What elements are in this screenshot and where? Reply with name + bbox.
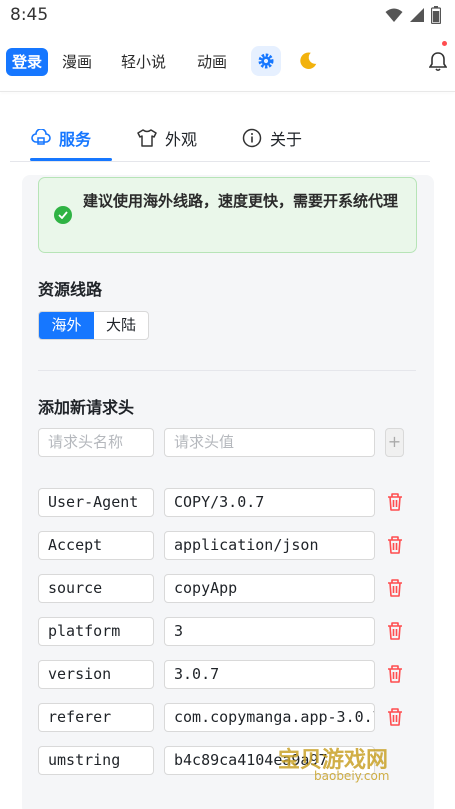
nav-novel[interactable]: 轻小说 xyxy=(121,48,166,76)
nav-anime[interactable]: 动画 xyxy=(197,48,227,76)
tab-about-label: 关于 xyxy=(270,130,303,149)
battery-icon xyxy=(431,6,441,24)
header-value-field[interactable]: com.copymanga.app-3.0.7 xyxy=(164,703,375,732)
nav-manga[interactable]: 漫画 xyxy=(62,48,92,76)
tab-service[interactable]: 服务 xyxy=(31,126,91,150)
cloud-service-icon xyxy=(31,129,51,145)
tab-about[interactable]: 关于 xyxy=(242,126,302,150)
add-header-button[interactable]: + xyxy=(385,428,404,457)
headers-title: 添加新请求头 xyxy=(38,398,135,417)
gear-icon xyxy=(258,53,274,69)
route-selector[interactable]: 海外 大陆 xyxy=(38,311,149,340)
bell-icon[interactable] xyxy=(429,51,447,72)
watermark-url: baobeiy.com xyxy=(314,769,390,783)
trash-icon[interactable] xyxy=(386,492,404,512)
settings-tabs: 服务 外观 关于 xyxy=(10,110,430,162)
wifi-icon xyxy=(385,8,403,22)
top-nav: 登录 漫画 轻小说 动画 xyxy=(0,36,455,90)
header-name-input[interactable]: 请求头名称 xyxy=(38,428,154,457)
tab-appearance-label: 外观 xyxy=(165,130,198,149)
login-button[interactable]: 登录 xyxy=(6,48,48,76)
proxy-alert: 建议使用海外线路，速度更快，需要开系统代理 xyxy=(38,177,417,253)
header-value-field[interactable]: application/json xyxy=(164,531,375,560)
route-title: 资源线路 xyxy=(38,280,103,299)
header-key-field[interactable]: version xyxy=(38,660,154,689)
trash-icon[interactable] xyxy=(386,578,404,598)
header-value-field[interactable]: copyApp xyxy=(164,574,375,603)
trash-icon[interactable] xyxy=(386,621,404,641)
section-divider xyxy=(38,370,416,371)
route-option-overseas[interactable]: 海外 xyxy=(39,312,94,339)
tab-appearance[interactable]: 外观 xyxy=(137,126,197,150)
moon-icon[interactable] xyxy=(297,50,319,72)
notification-dot xyxy=(442,41,447,46)
tshirt-icon xyxy=(137,129,157,147)
header-value-field[interactable]: 3 xyxy=(164,617,375,646)
trash-icon[interactable] xyxy=(386,535,404,555)
header-key-field[interactable]: platform xyxy=(38,617,154,646)
header-key-field[interactable]: source xyxy=(38,574,154,603)
status-bar: 8:45 xyxy=(0,0,455,32)
header-key-field[interactable]: Accept xyxy=(38,531,154,560)
route-option-mainland[interactable]: 大陆 xyxy=(94,312,148,339)
tab-service-label: 服务 xyxy=(59,130,92,149)
info-icon xyxy=(242,128,262,148)
trash-icon[interactable] xyxy=(386,664,404,684)
header-key-field[interactable]: referer xyxy=(38,703,154,732)
trash-icon[interactable] xyxy=(386,707,404,727)
nav-divider xyxy=(0,91,455,92)
alert-text: 建议使用海外线路，速度更快，需要开系统代理 xyxy=(83,192,399,210)
header-value-field[interactable]: COPY/3.0.7 xyxy=(164,488,375,517)
signal-icon xyxy=(410,8,424,22)
header-value-input[interactable]: 请求头值 xyxy=(164,428,375,457)
tab-active-indicator xyxy=(30,158,112,161)
check-circle-icon xyxy=(54,206,72,224)
header-key-field[interactable]: umstring xyxy=(38,746,154,775)
header-key-field[interactable]: User-Agent xyxy=(38,488,154,517)
settings-button[interactable] xyxy=(251,46,281,76)
header-value-field[interactable]: 3.0.7 xyxy=(164,660,375,689)
status-time: 8:45 xyxy=(10,5,49,25)
status-icons xyxy=(385,6,441,24)
